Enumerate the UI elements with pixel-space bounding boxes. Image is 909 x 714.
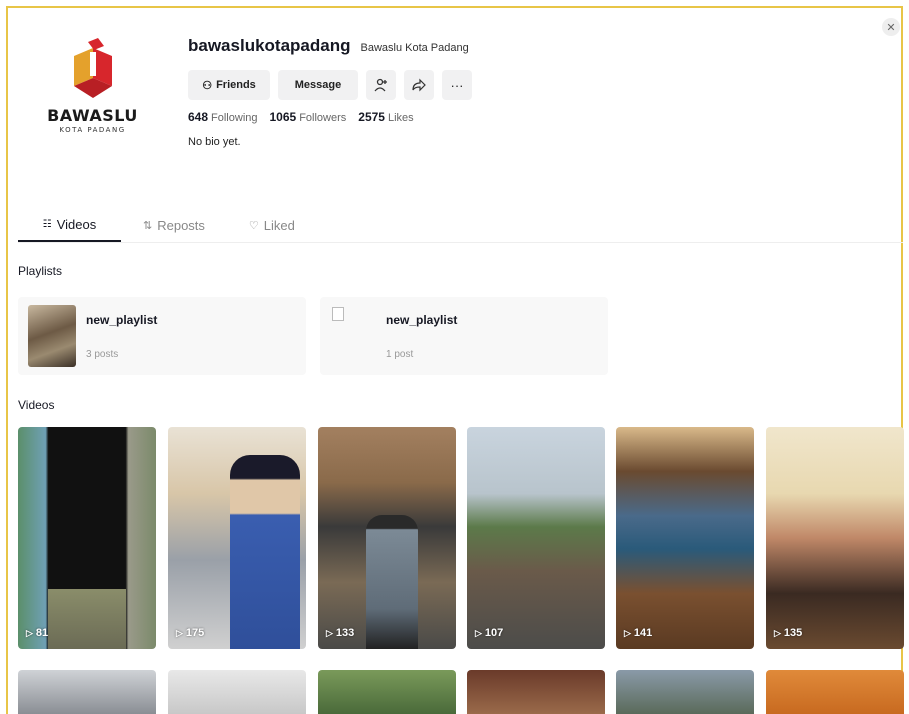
- followers-label: Followers: [299, 112, 347, 124]
- bio: No bio yet.: [188, 136, 241, 148]
- play-icon: ▷: [475, 627, 482, 638]
- close-icon[interactable]: ✕: [882, 18, 900, 36]
- logo-text: BAWASLU: [47, 106, 138, 125]
- username: bawaslukotapadang: [188, 36, 351, 55]
- share-icon[interactable]: [404, 70, 434, 100]
- play-icon: ▷: [176, 627, 183, 638]
- person-add-glyph: [374, 78, 387, 92]
- play-icon: ▷: [774, 627, 781, 638]
- videos-title: Videos: [18, 398, 55, 412]
- tab-videos-label: Videos: [56, 216, 97, 232]
- likes-count: 2575: [358, 110, 385, 124]
- playlist-card[interactable]: new_playlist 3 posts: [18, 297, 306, 375]
- person-icon: ⚇: [202, 79, 213, 92]
- playlists-title: Playlists: [18, 264, 63, 278]
- tab-liked[interactable]: ♡ Liked: [225, 208, 315, 242]
- video-thumbnail-detail: [230, 455, 300, 649]
- grid-icon: ☷: [42, 218, 52, 230]
- repost-icon: ⇅: [143, 219, 153, 232]
- likes-stat: 2575 Likes: [358, 110, 413, 124]
- playlist-name: new_playlist: [86, 313, 158, 327]
- friends-button[interactable]: ⚇ Friends: [188, 70, 270, 100]
- broken-image-icon: [332, 307, 344, 321]
- view-count-value: 107: [484, 627, 504, 639]
- playlist-count: 3 posts: [86, 349, 119, 360]
- nickname: Bawaslu Kota Padang: [360, 42, 469, 54]
- play-icon: ▷: [624, 627, 631, 638]
- more-icon[interactable]: ···: [442, 70, 472, 100]
- bawaslu-logo-icon: [73, 38, 112, 98]
- logo-subtext: KOTA PADANG: [59, 126, 126, 134]
- message-button[interactable]: Message: [278, 70, 358, 100]
- video-card[interactable]: [318, 670, 456, 714]
- tab-reposts-label: Reposts: [157, 217, 205, 233]
- video-card[interactable]: ▷ 141: [616, 427, 754, 649]
- avatar[interactable]: BAWASLU KOTA PADANG: [35, 30, 150, 160]
- following-stat[interactable]: 648 Following: [188, 110, 258, 124]
- view-count-value: 175: [185, 627, 205, 639]
- video-card[interactable]: ▷ 107: [467, 427, 605, 649]
- playlist-thumbnail: [28, 305, 76, 367]
- view-count-value: 133: [335, 627, 355, 639]
- profile-info: bawaslukotapadang Bawaslu Kota Padang ⚇ …: [188, 36, 472, 148]
- following-label: Following: [211, 112, 258, 124]
- followers-stat[interactable]: 1065 Followers: [270, 110, 347, 124]
- followers-count: 1065: [269, 110, 297, 124]
- video-card[interactable]: [18, 670, 156, 714]
- following-count: 648: [188, 110, 209, 124]
- view-count: ▷ 81: [26, 627, 48, 639]
- video-card[interactable]: ▷ 175: [168, 427, 306, 649]
- play-icon: ▷: [26, 627, 33, 638]
- action-buttons: ⚇ Friends Message ···: [188, 70, 472, 100]
- friends-label: Friends: [216, 79, 256, 91]
- tab-liked-label: Liked: [263, 217, 295, 233]
- likes-label: Likes: [387, 112, 414, 124]
- view-count-value: 141: [633, 627, 653, 639]
- playlist-name: new_playlist: [386, 313, 458, 327]
- view-count: ▷ 141: [624, 627, 652, 639]
- tab-reposts[interactable]: ⇅ Reposts: [121, 208, 225, 242]
- view-count: ▷ 133: [326, 627, 354, 639]
- video-card[interactable]: ▷ 133: [318, 427, 456, 649]
- profile-tabs: ☷ Videos ⇅ Reposts ♡ Liked: [18, 208, 903, 243]
- video-card[interactable]: ▷ 81: [18, 427, 156, 649]
- view-count-value: 81: [35, 627, 49, 639]
- heart-icon: ♡: [248, 219, 259, 232]
- video-card[interactable]: [616, 670, 754, 714]
- view-count: ▷ 135: [774, 627, 802, 639]
- video-card[interactable]: ▷ 135: [766, 427, 904, 649]
- view-count-value: 135: [783, 627, 803, 639]
- playlist-count: 1 post: [386, 349, 414, 360]
- profile-stats: 648 Following 1065 Followers 2575 Likes: [188, 110, 472, 124]
- view-count: ▷ 107: [475, 627, 503, 639]
- video-card[interactable]: [467, 670, 605, 714]
- video-card[interactable]: [168, 670, 306, 714]
- message-label: Message: [294, 79, 342, 91]
- video-thumbnail-detail: [48, 589, 126, 649]
- name-row: bawaslukotapadang Bawaslu Kota Padang: [188, 36, 472, 56]
- person-add-icon[interactable]: [366, 70, 396, 100]
- playlist-card[interactable]: new_playlist 1 post: [320, 297, 608, 375]
- share-glyph: [412, 78, 426, 92]
- video-thumbnail-detail: [366, 515, 418, 649]
- video-card[interactable]: [766, 670, 904, 714]
- play-icon: ▷: [326, 627, 333, 638]
- view-count: ▷ 175: [176, 627, 204, 639]
- tab-videos[interactable]: ☷ Videos: [18, 208, 121, 242]
